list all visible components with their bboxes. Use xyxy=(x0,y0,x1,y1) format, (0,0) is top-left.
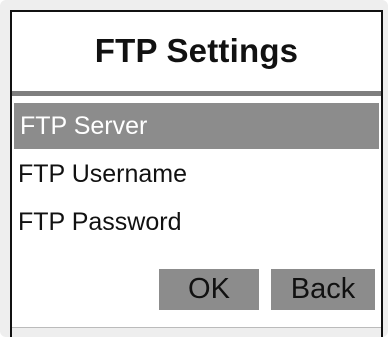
title-bar: FTP Settings xyxy=(12,12,381,90)
bottom-bar xyxy=(12,327,381,337)
menu-item-ftp-username[interactable]: FTP Username xyxy=(12,151,381,197)
menu-item-ftp-server[interactable]: FTP Server xyxy=(14,103,379,149)
back-button[interactable]: Back xyxy=(271,269,375,310)
menu-item-ftp-password[interactable]: FTP Password xyxy=(12,199,381,245)
settings-menu: FTP Server FTP Username FTP Password xyxy=(12,103,381,247)
title-divider xyxy=(12,91,381,96)
settings-panel: FTP Settings FTP Server FTP Username FTP… xyxy=(10,10,383,337)
button-row: OK Back xyxy=(159,269,375,310)
page-title: FTP Settings xyxy=(94,32,299,69)
ok-button[interactable]: OK xyxy=(159,269,259,310)
